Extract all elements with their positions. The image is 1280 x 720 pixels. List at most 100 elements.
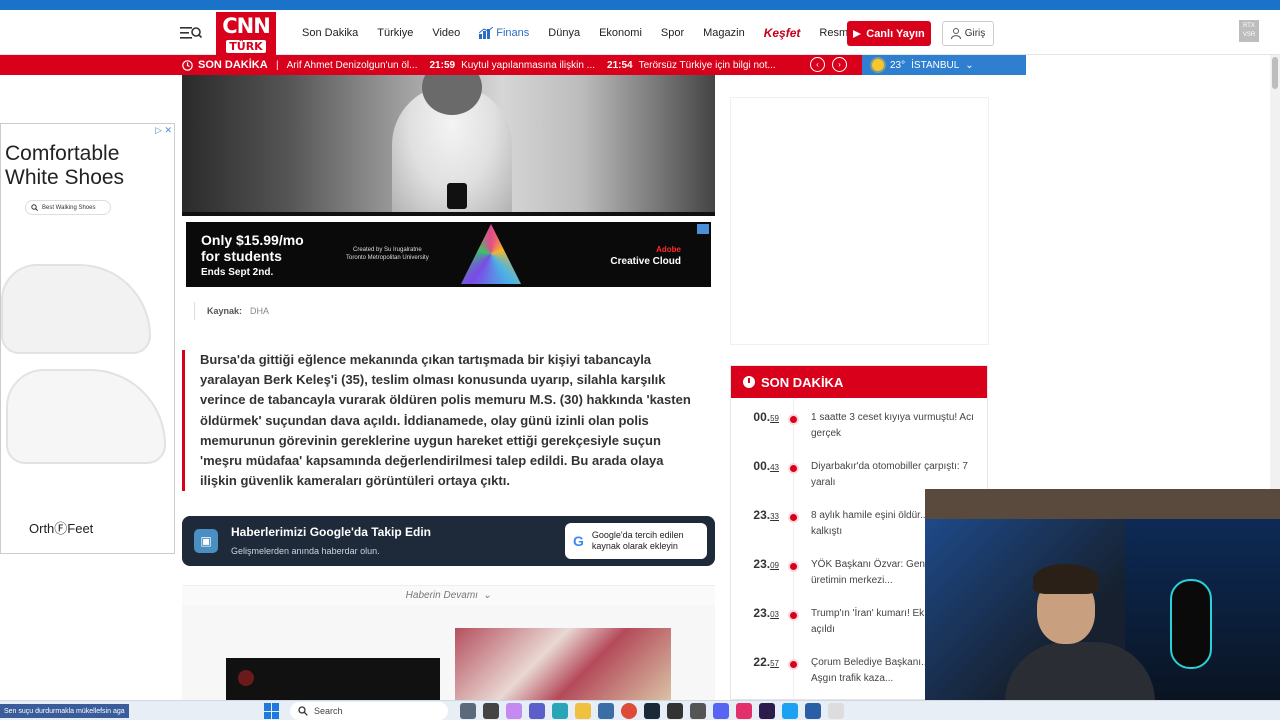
taskbar-app-icon[interactable] <box>667 703 683 719</box>
nav-item-son-dakika[interactable]: Son Dakika <box>302 27 358 39</box>
taskbar-app-icon[interactable] <box>598 703 614 719</box>
timeline-dot <box>790 612 797 619</box>
weather-temp: 23° <box>890 59 906 71</box>
nav-item-turkiye[interactable]: Türkiye <box>377 27 413 39</box>
google-preferred-source-button[interactable]: G Google'da tercih edilen kaynak olarak … <box>565 523 707 559</box>
edge-icon[interactable] <box>552 703 568 719</box>
nav-item-finans[interactable]: Finans <box>479 26 529 39</box>
news-headline[interactable]: Diyarbakır'da otomobiller çarpıştı: 7 ya… <box>811 459 981 491</box>
adobe-ad-banner[interactable]: Only $15.99/mo for students Ends Sept 2n… <box>186 222 711 287</box>
browser-top-strip <box>0 0 1280 10</box>
continue-reading[interactable]: Haberin Devamı ⌄ <box>182 585 715 605</box>
ticker-item-text[interactable]: Kuytul yapılanmasına ilişkin ... <box>461 60 595 71</box>
taskbar-app-icon[interactable] <box>690 703 706 719</box>
clock-icon <box>182 59 193 71</box>
google-news-icon: ▣ <box>194 529 218 553</box>
ad-info-icon[interactable] <box>697 224 709 234</box>
timeline-dot <box>790 661 797 668</box>
folder-icon[interactable] <box>575 703 591 719</box>
steam-icon[interactable] <box>644 703 660 719</box>
login-button[interactable]: Giriş <box>942 21 994 46</box>
news-time-min: 43 <box>770 463 779 472</box>
premiere-icon[interactable] <box>759 703 775 719</box>
ad-price-text: Only $15.99/mo <box>201 232 304 248</box>
left-sidebar-ad[interactable]: ▷ ✕ Comfortable White Shoes Best Walking… <box>0 123 175 554</box>
streamer-figure <box>1005 554 1155 700</box>
ticker-item-text[interactable]: Terörsüz Türkiye için bilgi not... <box>639 60 776 71</box>
taskbar-app-icon[interactable] <box>782 703 798 719</box>
nav-item-magazin[interactable]: Magazin <box>703 27 745 39</box>
play-icon <box>853 29 862 38</box>
adchoices-close-icon[interactable]: ▷ ✕ <box>155 125 172 136</box>
ticker-separator: | <box>276 59 279 71</box>
ticker-label-text: SON DAKİKA <box>198 59 268 71</box>
scrollbar-thumb[interactable] <box>1272 57 1278 89</box>
news-time-hour: 00. <box>753 410 771 424</box>
news-time: 23.33 <box>731 508 779 522</box>
list-item[interactable]: 00.59 1 saatte 3 ceset kıyıya vurmuştu! … <box>731 398 987 447</box>
taskbar-app-icon[interactable] <box>483 703 499 719</box>
nav-item-video[interactable]: Video <box>432 27 460 39</box>
news-time-hour: 23. <box>753 557 771 571</box>
google-pref-line: Google'da tercih edilen <box>591 530 684 540</box>
news-time-hour: 23. <box>753 508 771 522</box>
timeline-dot <box>790 416 797 423</box>
weather-widget[interactable]: 23° İSTANBUL ⌄ <box>862 55 1026 75</box>
taskbar-search-placeholder: Search <box>314 706 343 716</box>
chrome-icon[interactable] <box>621 703 637 719</box>
ad-ends-text: Ends Sept 2nd. <box>201 267 274 278</box>
discord-icon[interactable] <box>713 703 729 719</box>
left-ad-brand: OrthⒻFeet <box>29 521 94 536</box>
related-video-thumbnail[interactable] <box>226 658 440 700</box>
news-headline[interactable]: 1 saatte 3 ceset kıyıya vurmuştu! Acı ge… <box>811 410 981 442</box>
timeline-dot <box>790 465 797 472</box>
ad-audience-text: for students <box>201 248 282 264</box>
news-time-min: 33 <box>770 512 779 521</box>
article-source: Kaynak: DHA <box>194 302 269 320</box>
news-time-hour: 00. <box>753 459 771 473</box>
nav-item-ekonomi[interactable]: Ekonomi <box>599 27 642 39</box>
search-icon <box>298 706 308 716</box>
windows-start-icon[interactable] <box>264 703 280 719</box>
hero-phone <box>447 183 467 209</box>
continue-reading-label: Haberin Devamı <box>405 590 478 601</box>
taskbar-app-icon[interactable] <box>506 703 522 719</box>
chevron-down-icon: ⌄ <box>482 590 492 601</box>
left-ad-headline-line: White Shoes <box>5 166 125 189</box>
nav-item-spor[interactable]: Spor <box>661 27 684 39</box>
ticker-item-text[interactable]: Arif Ahmet Denizolgun'un öl... <box>287 60 418 71</box>
left-ad-search-pill[interactable]: Best Walking Shoes <box>25 200 111 215</box>
article-lead: Bursa'da gittiği eğlence mekanında çıkan… <box>182 350 702 492</box>
news-time-hour: 22. <box>753 655 771 669</box>
nav-item-kesfet[interactable]: Keşfet <box>764 26 801 40</box>
menu-search-icon[interactable] <box>180 24 203 42</box>
instagram-icon[interactable] <box>736 703 752 719</box>
chevron-down-icon: ⌄ <box>965 59 974 71</box>
ticker-next-icon[interactable]: › <box>832 57 847 72</box>
microphone-icon[interactable] <box>828 703 844 719</box>
login-label: Giriş <box>964 28 986 39</box>
ticker-item-time: 21:59 <box>429 59 456 71</box>
google-follow-bar[interactable]: ▣ Haberlerimizi Google'da Takip Edin Gel… <box>182 516 715 566</box>
google-pref-text: Google'da tercih edilen kaynak olarak ek… <box>592 530 684 552</box>
taskbar-app-icon[interactable] <box>460 703 476 719</box>
ticker-prev-icon[interactable]: ‹ <box>810 57 825 72</box>
live-broadcast-button[interactable]: Canlı Yayın <box>847 21 931 46</box>
taskbar-app-icon[interactable] <box>805 703 821 719</box>
main-nav: Son Dakika Türkiye Video Finans Dünya Ek… <box>302 10 903 55</box>
cnn-turk-logo[interactable]: CNN TÜRK <box>216 12 276 56</box>
ad-credit-line: Toronto Metropolitan University <box>346 255 429 261</box>
taskbar-search[interactable]: Search <box>290 702 448 720</box>
related-image-thumbnail[interactable] <box>455 628 671 700</box>
hero-bottom-bar <box>182 212 715 216</box>
right-sidebar-ad-slot <box>730 97 989 345</box>
news-time-min: 03 <box>770 610 779 619</box>
news-time-hour: 23. <box>753 606 771 620</box>
son-dakika-header: SON DAKİKA <box>731 366 987 398</box>
taskbar-app-icon[interactable] <box>529 703 545 719</box>
streamer-body <box>1005 642 1155 700</box>
nav-item-dunya[interactable]: Dünya <box>548 27 580 39</box>
son-dakika-title: SON DAKİKA <box>761 374 844 390</box>
search-icon <box>31 204 38 211</box>
logo-turk-text: TÜRK <box>226 40 266 53</box>
